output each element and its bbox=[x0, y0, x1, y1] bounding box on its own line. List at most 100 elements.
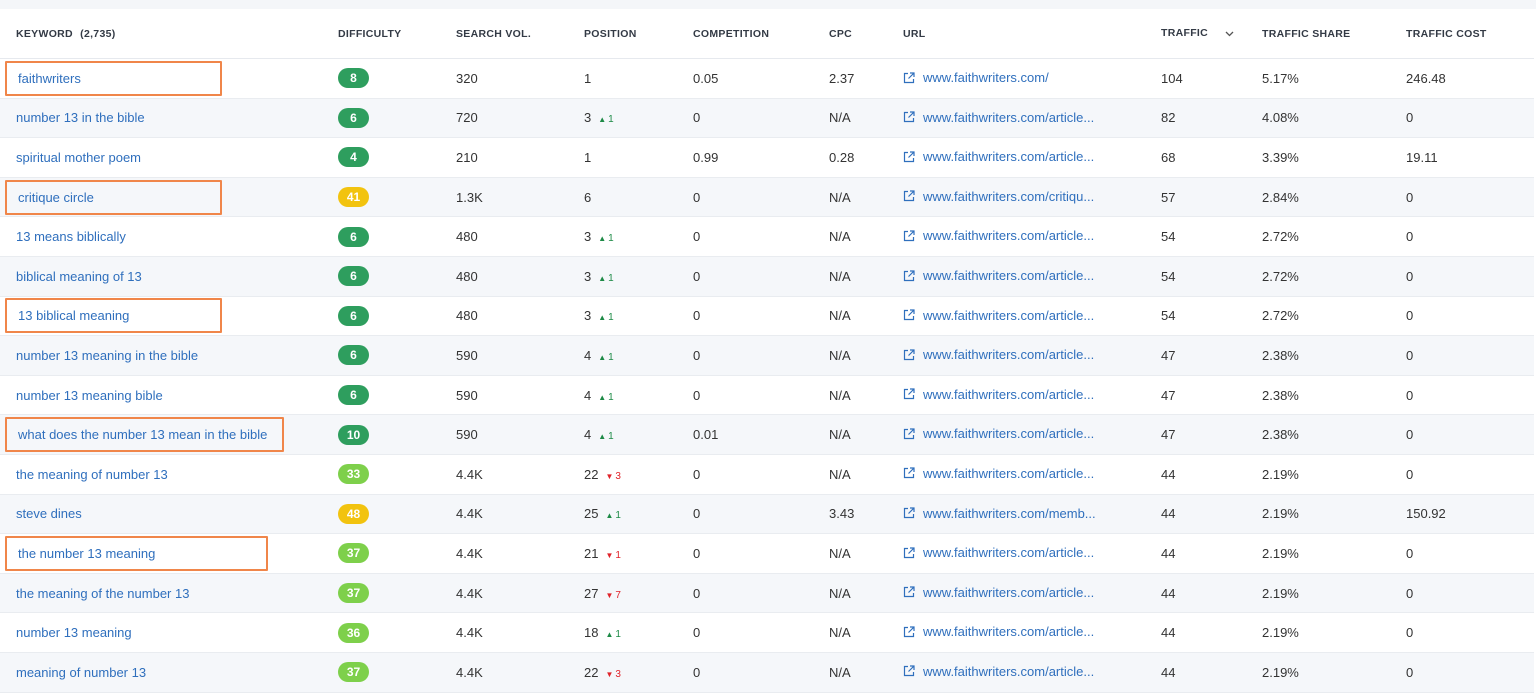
cell-position: 1 bbox=[584, 137, 693, 178]
external-link-icon bbox=[903, 230, 915, 242]
position-value: 21 bbox=[584, 545, 599, 561]
cell-traffic-share: 5.17% bbox=[1262, 58, 1406, 99]
keyword-link[interactable]: number 13 in the bible bbox=[16, 110, 145, 125]
cell-keyword: faithwriters bbox=[0, 58, 338, 99]
keyword-link[interactable]: steve dines bbox=[16, 506, 82, 521]
col-header-cpc[interactable]: CPC bbox=[829, 9, 903, 59]
cell-difficulty: 48 bbox=[338, 494, 456, 535]
highlight-box: what does the number 13 mean in the bibl… bbox=[5, 417, 284, 453]
position-value: 6 bbox=[584, 189, 592, 205]
keyword-count: (2,735) bbox=[80, 27, 116, 40]
cell-traffic: 47 bbox=[1161, 335, 1262, 376]
cell-search-vol: 480 bbox=[456, 216, 584, 257]
cell-position: 4 ▲ 1 bbox=[584, 335, 693, 376]
url-link[interactable]: www.faithwriters.com/article... bbox=[903, 387, 1094, 402]
position-value: 25 bbox=[584, 506, 599, 522]
cell-difficulty: 6 bbox=[338, 375, 456, 416]
col-header-competition[interactable]: COMPETITION bbox=[693, 9, 829, 59]
cell-position: 27 ▼ 7 bbox=[584, 573, 693, 614]
url-link[interactable]: www.faithwriters.com/article... bbox=[903, 268, 1094, 283]
col-header-keyword[interactable]: KEYWORD (2,735) bbox=[0, 9, 338, 59]
triangle-up-icon: ▲ bbox=[605, 630, 614, 640]
cell-cpc: N/A bbox=[829, 573, 903, 614]
cell-url: www.faithwriters.com/article... bbox=[903, 454, 1161, 495]
cell-traffic-cost: 0 bbox=[1406, 612, 1534, 653]
keyword-link[interactable]: 13 biblical meaning bbox=[18, 308, 129, 323]
position-change: ▼ 3 bbox=[605, 471, 620, 482]
triangle-up-icon: ▲ bbox=[598, 234, 607, 244]
cell-cpc: N/A bbox=[829, 98, 903, 139]
keyword-link[interactable]: number 13 meaning in the bible bbox=[16, 348, 198, 363]
col-header-traffic-share[interactable]: TRAFFIC SHARE bbox=[1262, 9, 1406, 59]
keyword-link[interactable]: the meaning of the number 13 bbox=[16, 586, 189, 601]
col-header-url[interactable]: URL bbox=[903, 9, 1161, 59]
difficulty-badge: 37 bbox=[338, 543, 369, 564]
cell-difficulty: 6 bbox=[338, 216, 456, 257]
col-header-difficulty[interactable]: DIFFICULTY bbox=[338, 9, 456, 59]
triangle-down-icon: ▼ bbox=[605, 550, 614, 560]
keyword-link[interactable]: 13 means biblically bbox=[16, 229, 126, 244]
keyword-link[interactable]: the meaning of number 13 bbox=[16, 467, 168, 482]
url-link[interactable]: www.faithwriters.com/article... bbox=[903, 308, 1094, 323]
cell-traffic-cost: 0 bbox=[1406, 296, 1534, 337]
cell-search-vol: 4.4K bbox=[456, 612, 584, 653]
cell-traffic-share: 2.72% bbox=[1262, 256, 1406, 297]
url-link[interactable]: www.faithwriters.com/article... bbox=[903, 624, 1094, 639]
cell-keyword: 13 means biblically bbox=[0, 216, 338, 257]
url-link[interactable]: www.faithwriters.com/article... bbox=[903, 545, 1094, 560]
col-header-position[interactable]: POSITION bbox=[584, 9, 693, 59]
keywords-table: KEYWORD (2,735) DIFFICULTY SEARCH VOL. P… bbox=[0, 9, 1534, 693]
difficulty-badge: 37 bbox=[338, 583, 369, 604]
col-header-traffic-label: TRAFFIC bbox=[1161, 27, 1209, 40]
cell-traffic-cost: 0 bbox=[1406, 375, 1534, 416]
url-link[interactable]: www.faithwriters.com/article... bbox=[903, 426, 1094, 441]
url-link[interactable]: www.faithwriters.com/ bbox=[903, 70, 1049, 85]
cell-difficulty: 6 bbox=[338, 296, 456, 337]
cell-keyword: biblical meaning of 13 bbox=[0, 256, 338, 297]
url-link[interactable]: www.faithwriters.com/article... bbox=[903, 466, 1094, 481]
url-text: www.faithwriters.com/article... bbox=[923, 624, 1095, 640]
url-link[interactable]: www.faithwriters.com/article... bbox=[903, 228, 1094, 243]
cell-position: 18 ▲ 1 bbox=[584, 612, 693, 653]
cell-url: www.faithwriters.com/article... bbox=[903, 256, 1161, 297]
col-header-search-vol[interactable]: SEARCH VOL. bbox=[456, 9, 584, 59]
keyword-link[interactable]: faithwriters bbox=[18, 71, 81, 86]
triangle-down-icon: ▼ bbox=[605, 471, 614, 481]
cell-traffic: 44 bbox=[1161, 612, 1262, 653]
url-link[interactable]: www.faithwriters.com/article... bbox=[903, 110, 1094, 125]
url-text: www.faithwriters.com/article... bbox=[923, 465, 1095, 481]
triangle-down-icon: ▼ bbox=[605, 669, 614, 679]
keyword-link[interactable]: the number 13 meaning bbox=[18, 546, 155, 561]
url-link[interactable]: www.faithwriters.com/memb... bbox=[903, 506, 1096, 521]
position-value: 4 bbox=[584, 427, 592, 443]
cell-traffic: 47 bbox=[1161, 414, 1262, 455]
cell-difficulty: 36 bbox=[338, 612, 456, 653]
url-text: www.faithwriters.com/article... bbox=[923, 228, 1095, 244]
table-row: number 13 in the bible 6 720 3 ▲1 0 N/A bbox=[0, 98, 1534, 139]
cell-keyword: the meaning of number 13 bbox=[0, 454, 338, 495]
cell-keyword: what does the number 13 mean in the bibl… bbox=[0, 414, 338, 455]
url-link[interactable]: www.faithwriters.com/critiqu... bbox=[903, 189, 1094, 204]
url-link[interactable]: www.faithwriters.com/article... bbox=[903, 149, 1094, 164]
difficulty-badge: 8 bbox=[338, 68, 369, 89]
keyword-wrap: meaning of number 13 bbox=[16, 665, 146, 680]
url-link[interactable]: www.faithwriters.com/article... bbox=[903, 664, 1094, 679]
keyword-link[interactable]: critique circle bbox=[18, 190, 94, 205]
difficulty-badge: 4 bbox=[338, 147, 369, 168]
col-header-traffic[interactable]: TRAFFIC bbox=[1161, 9, 1262, 59]
keyword-link[interactable]: number 13 meaning bbox=[16, 625, 132, 640]
cell-search-vol: 4.4K bbox=[456, 533, 584, 574]
col-header-traffic-cost[interactable]: TRAFFIC COST bbox=[1406, 9, 1534, 59]
keyword-link[interactable]: biblical meaning of 13 bbox=[16, 269, 142, 284]
cell-url: www.faithwriters.com/article... bbox=[903, 414, 1161, 455]
cell-traffic: 44 bbox=[1161, 454, 1262, 495]
cell-keyword: steve dines bbox=[0, 494, 338, 535]
keyword-link[interactable]: what does the number 13 mean in the bibl… bbox=[18, 427, 267, 442]
cell-traffic: 47 bbox=[1161, 375, 1262, 416]
sort-chevron-down-icon[interactable] bbox=[1225, 28, 1234, 40]
keyword-link[interactable]: number 13 meaning bible bbox=[16, 388, 163, 403]
url-link[interactable]: www.faithwriters.com/article... bbox=[903, 347, 1094, 362]
keyword-link[interactable]: meaning of number 13 bbox=[16, 665, 146, 680]
keyword-link[interactable]: spiritual mother poem bbox=[16, 150, 141, 165]
url-link[interactable]: www.faithwriters.com/article... bbox=[903, 585, 1094, 600]
